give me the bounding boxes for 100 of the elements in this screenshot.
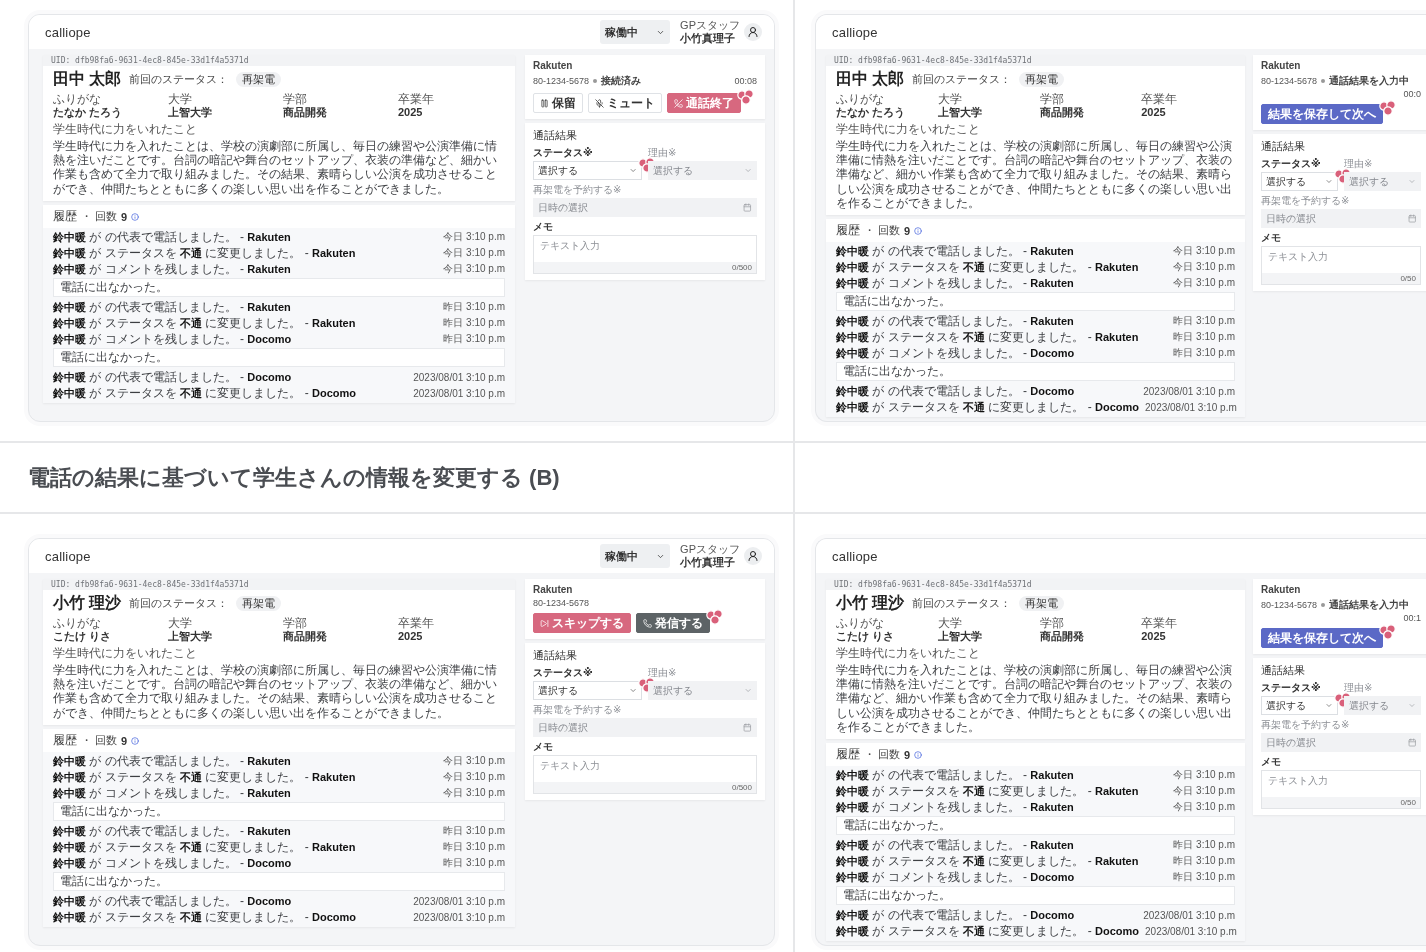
comment-text: 電話に出なかった。 bbox=[836, 292, 1235, 312]
field-value: こたけ りさ bbox=[53, 630, 112, 645]
chevron-down-icon bbox=[1408, 177, 1416, 186]
field-label: 学生時代に力をいれたこと bbox=[53, 646, 198, 661]
calendar-icon bbox=[743, 203, 752, 212]
field-label: 大学 bbox=[937, 92, 962, 106]
chevron-down-icon bbox=[628, 686, 637, 695]
field-label: 大学 bbox=[168, 92, 192, 106]
entry-time: 今日 3:10 p.m bbox=[1173, 244, 1235, 259]
comment-text: 電話に出なかった。 bbox=[53, 872, 505, 892]
memo-field[interactable]: テキスト入力 0/500 bbox=[533, 235, 757, 274]
select-input[interactable]: 選択する bbox=[1266, 700, 1326, 711]
select-input[interactable]: 選択する bbox=[538, 165, 629, 176]
student-name: 田中 太郎 bbox=[836, 69, 905, 89]
select-field[interactable]: 選択する bbox=[1261, 696, 1338, 715]
student-name: 小竹 理沙 bbox=[53, 593, 122, 613]
field-label: 再架電を予約する※ bbox=[1261, 718, 1351, 732]
comment-text: 電話に出なかった。 bbox=[53, 348, 505, 368]
entry-time: 今日 3:10 p.m bbox=[443, 786, 505, 801]
status-select[interactable]: 稼働中 bbox=[600, 20, 671, 44]
select-input[interactable]: 選択する bbox=[1266, 176, 1326, 187]
call-action-button[interactable]: 保留 bbox=[533, 93, 583, 113]
call-action-button[interactable]: 発信する bbox=[636, 613, 710, 633]
memo-input[interactable]: テキスト入力 bbox=[1262, 771, 1420, 797]
info-icon bbox=[914, 227, 923, 235]
memo-field[interactable]: テキスト入力 0/50 bbox=[1261, 770, 1421, 809]
count-label: ・ 回数 bbox=[81, 733, 118, 749]
history-entry: 鈴中暖 が の代表で電話しました。 - Rakuten bbox=[53, 822, 291, 840]
chevron-down-icon bbox=[628, 166, 637, 175]
info-icon bbox=[131, 212, 140, 221]
memo-input[interactable]: テキスト入力 bbox=[534, 236, 756, 262]
field-label: 再架電を予約する※ bbox=[533, 183, 623, 197]
history-entry: 鈴中暖 が の代表で電話しました。 - Rakuten bbox=[836, 767, 1074, 784]
select-field[interactable]: 選択する bbox=[533, 681, 642, 700]
comment-marker-icon bbox=[706, 609, 724, 625]
history-entry: 鈴中暖 が の代表で電話しました。 - Rakuten bbox=[836, 837, 1074, 854]
user-role: GPスタッフ bbox=[680, 19, 740, 32]
entry-time: 今日 3:10 p.m bbox=[443, 262, 505, 277]
highlight-paragraph: 学生時代に力を入れたことは、学校の演劇部に所属し、毎日の練習や公演準備に情熱を注いだことです。台詞の暗記や舞台のセットアップ、衣装の準備など、細かい作業も含めて全力で取り組みました。その結果、素晴らしい公演を成功させることができ、仲間たちとともに多くの楽しい思い出を作ることができました。 bbox=[53, 138, 498, 197]
memo-input[interactable]: テキスト入力 bbox=[1262, 247, 1420, 273]
history-entry: 鈴中暖 が の代表で電話しました。 - Rakuten bbox=[53, 752, 291, 770]
field-value: 2025 bbox=[398, 106, 423, 121]
memo-field[interactable]: テキスト入力 0/50 bbox=[1261, 246, 1421, 285]
history-entry: 鈴中暖 が ステータスを 不通 に変更しました。 - Rakuten bbox=[836, 259, 1139, 276]
select-field[interactable]: 選択する bbox=[533, 161, 642, 180]
status-tag: 再架電 bbox=[236, 72, 282, 87]
entry-time: 昨日 3:10 p.m bbox=[443, 840, 505, 855]
logo: calliope bbox=[832, 548, 878, 564]
char-counter: 0/50 bbox=[1262, 797, 1420, 808]
history-entry: 鈴中暖 が の代表で電話しました。 - Docomo bbox=[836, 907, 1075, 924]
user-role: GPスタッフ bbox=[680, 543, 740, 556]
avatar-icon[interactable] bbox=[744, 547, 762, 565]
status-tag: 再架電 bbox=[236, 596, 282, 611]
field-label: 卒業年 bbox=[1141, 92, 1178, 107]
field-label: 理由※ bbox=[1344, 157, 1374, 171]
history-entry: 鈴中暖 が コメントを残しました。 - Docomo bbox=[53, 854, 292, 872]
count-label: ・ 回数 bbox=[81, 209, 118, 225]
memo-field[interactable]: テキスト入力 0/500 bbox=[533, 755, 757, 794]
field-label: ふりがな bbox=[53, 92, 101, 107]
comment-marker-icon bbox=[1379, 100, 1397, 116]
status-dot-icon bbox=[1321, 603, 1326, 607]
field-label: 学部 bbox=[283, 92, 307, 106]
field-value: 上智大学 bbox=[937, 106, 982, 121]
call-action-button[interactable]: ミュート bbox=[588, 93, 662, 113]
chevron-down-icon bbox=[1325, 177, 1333, 186]
char-counter: 0/500 bbox=[534, 782, 756, 793]
chevron-down-icon bbox=[1325, 701, 1333, 710]
avatar-icon[interactable] bbox=[744, 23, 762, 41]
select-field[interactable]: 選択する bbox=[1261, 172, 1338, 191]
field-label: 再架電を予約する※ bbox=[533, 703, 623, 717]
call-action-button[interactable]: 結果を保存して次へ bbox=[1261, 104, 1383, 124]
history-entry: 鈴中暖 が ステータスを 不通 に変更しました。 - Rakuten bbox=[53, 244, 356, 262]
call-action-button[interactable]: スキップする bbox=[533, 613, 631, 633]
last-status-label: 前回のステータス： bbox=[912, 72, 1012, 87]
status-select[interactable]: 稼働中 bbox=[600, 544, 671, 568]
memo-input[interactable]: テキスト入力 bbox=[534, 756, 756, 782]
field-label: 理由※ bbox=[648, 146, 678, 160]
entry-time: 昨日 3:10 p.m bbox=[443, 824, 505, 839]
field-label: 学生時代に力をいれたこと bbox=[836, 646, 981, 661]
entry-time: 今日 3:10 p.m bbox=[443, 754, 505, 769]
history-entry: 鈴中暖 が の代表で電話しました。 - Docomo bbox=[836, 383, 1075, 400]
history-entry: 鈴中暖 が ステータスを 不通 に変更しました。 - Rakuten bbox=[836, 783, 1139, 800]
history-entry: 鈴中暖 が ステータスを 不通 に変更しました。 - Docomo bbox=[53, 908, 356, 926]
result-title: 通話結果 bbox=[533, 128, 578, 143]
entry-time: 昨日 3:10 p.m bbox=[443, 316, 505, 331]
logo: calliope bbox=[832, 24, 878, 40]
field-label: 大学 bbox=[168, 616, 192, 630]
call-action-button[interactable]: 結果を保存して次へ bbox=[1261, 628, 1383, 648]
char-counter: 0/50 bbox=[1262, 273, 1420, 284]
status-tag: 再架電 bbox=[1019, 72, 1065, 87]
logo: calliope bbox=[45, 548, 91, 564]
entry-time: 2023/08/01 3:10 p.m bbox=[413, 895, 505, 907]
chevron-down-icon bbox=[1408, 701, 1416, 710]
highlight-paragraph: 学生時代に力を入れたことは、学校の演劇部に所属し、毎日の練習や公演準備に情熱を注いだことです。台詞の暗記や舞台のセットアップ、衣装の準備など、細かい作業も含めて全力で取り組みました。その結果、素晴らしい公演を成功させることができ、仲間たちとともに多くの楽しい思い出を作ることができました。 bbox=[836, 662, 1233, 735]
history-entry: 鈴中暖 が の代表で電話しました。 - Rakuten bbox=[836, 243, 1074, 260]
select-input[interactable]: 選択する bbox=[538, 685, 629, 696]
call-action-button[interactable]: 通話終了 bbox=[667, 93, 741, 113]
call-timer: 00:0 bbox=[1403, 89, 1421, 99]
uid-text: UID: dfb98fa6-9631-4ec8-845e-33d1f4a5371d bbox=[826, 579, 1245, 590]
count-label: ・ 回数 bbox=[864, 747, 901, 763]
